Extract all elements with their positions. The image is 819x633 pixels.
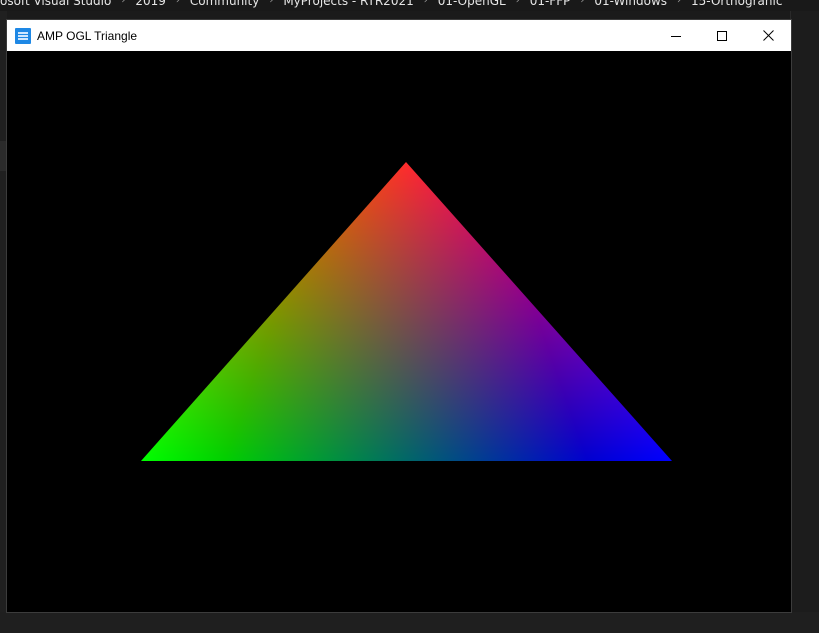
- chevron-right-icon: ›: [175, 0, 180, 6]
- breadcrumb-item[interactable]: 15-Orthograhic: [691, 0, 782, 9]
- chevron-right-icon: ›: [423, 0, 428, 6]
- maximize-icon: [717, 30, 727, 41]
- close-button[interactable]: [745, 20, 791, 51]
- breadcrumb-item[interactable]: 01-FFP: [530, 0, 571, 9]
- breadcrumb-item[interactable]: 01-Windows: [594, 0, 667, 9]
- breadcrumb-item[interactable]: MyProjects - RTR2021: [283, 0, 413, 9]
- chevron-right-icon: ›: [269, 0, 274, 6]
- minimize-icon: [671, 35, 681, 37]
- opengl-viewport[interactable]: [7, 51, 791, 612]
- chevron-right-icon: ›: [121, 0, 126, 6]
- window-controls: [653, 20, 791, 51]
- maximize-button[interactable]: [699, 20, 745, 51]
- chevron-right-icon: ›: [580, 0, 585, 6]
- breadcrumb-item[interactable]: Community: [190, 0, 259, 9]
- background-breadcrumb: osoft Visual Studio › 2019 › Community ›…: [0, 0, 819, 11]
- breadcrumb-item[interactable]: 01-OpenGL: [438, 0, 506, 9]
- background-window-notch: [0, 141, 7, 171]
- breadcrumb: osoft Visual Studio › 2019 › Community ›…: [0, 0, 782, 9]
- chevron-right-icon: ›: [515, 0, 520, 6]
- triangle-scene: [7, 51, 791, 612]
- background-window-edge-right: [790, 11, 819, 633]
- title-bar[interactable]: AMP OGL Triangle: [7, 20, 791, 51]
- window-title: AMP OGL Triangle: [37, 28, 138, 43]
- app-window: AMP OGL Triangle: [7, 20, 791, 612]
- close-icon: [762, 30, 774, 41]
- breadcrumb-item[interactable]: osoft Visual Studio: [0, 0, 111, 9]
- breadcrumb-item[interactable]: 2019: [135, 0, 166, 9]
- app-window-icon[interactable]: [15, 27, 31, 44]
- background-window-edge: [0, 11, 7, 633]
- minimize-button[interactable]: [653, 20, 699, 51]
- chevron-right-icon: ›: [677, 0, 682, 6]
- background-window-bottom: [0, 612, 819, 633]
